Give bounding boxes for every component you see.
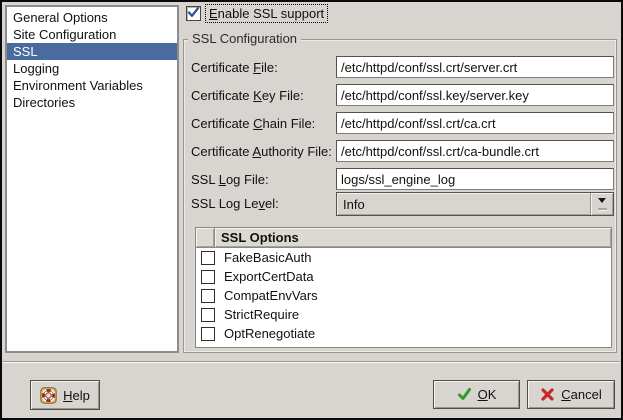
chevron-down-icon bbox=[598, 198, 606, 207]
row-label: CompatEnvVars bbox=[224, 288, 318, 303]
row-label: OptRenegotiate bbox=[224, 326, 315, 341]
ssl-log-level-value: Info bbox=[337, 197, 590, 212]
ok-button-label: OK bbox=[478, 387, 497, 402]
checkbox-column-header[interactable] bbox=[196, 228, 215, 248]
dropdown-arrow-bar bbox=[598, 208, 607, 211]
row-checkbox[interactable] bbox=[201, 308, 215, 322]
row-label: StrictRequire bbox=[224, 307, 299, 322]
row-checkbox[interactable] bbox=[201, 251, 215, 265]
enable-ssl-label[interactable]: Enable SSL support bbox=[205, 4, 328, 23]
table-row[interactable]: OptRenegotiate bbox=[196, 324, 611, 343]
category-list: General Options Site Configuration SSL L… bbox=[5, 5, 179, 353]
row-label: FakeBasicAuth bbox=[224, 250, 311, 265]
sidebar-item-general-options[interactable]: General Options bbox=[7, 9, 177, 26]
cancel-button-label: Cancel bbox=[561, 387, 601, 402]
row-checkbox[interactable] bbox=[201, 289, 215, 303]
checkmark-icon bbox=[187, 6, 200, 19]
certificate-file-label: Certificate File: bbox=[191, 60, 278, 75]
footer-separator bbox=[3, 361, 620, 363]
sidebar-item-ssl[interactable]: SSL bbox=[7, 43, 177, 60]
help-button[interactable]: Help bbox=[30, 380, 100, 410]
x-icon bbox=[540, 387, 555, 402]
sidebar-item-environment-variables[interactable]: Environment Variables bbox=[7, 77, 177, 94]
certificate-key-file-label: Certificate Key File: bbox=[191, 88, 304, 103]
ssl-log-level-label: SSL Log Level: bbox=[191, 196, 279, 211]
ssl-log-file-label: SSL Log File: bbox=[191, 172, 269, 187]
row-label: ExportCertData bbox=[224, 269, 314, 284]
sidebar-item-logging[interactable]: Logging bbox=[7, 60, 177, 77]
dropdown-arrow-button[interactable] bbox=[590, 193, 613, 215]
sidebar-item-directories[interactable]: Directories bbox=[7, 94, 177, 111]
cancel-button[interactable]: Cancel bbox=[527, 380, 615, 409]
table-row[interactable]: CompatEnvVars bbox=[196, 286, 611, 305]
ssl-log-level-dropdown[interactable]: Info bbox=[336, 192, 614, 216]
life-buoy-icon bbox=[40, 387, 57, 404]
ok-button[interactable]: OK bbox=[433, 380, 520, 409]
certificate-authority-file-label: Certificate Authority File: bbox=[191, 144, 332, 159]
help-button-label: Help bbox=[63, 388, 90, 403]
certificate-file-input[interactable] bbox=[336, 56, 614, 78]
certificate-key-file-input[interactable] bbox=[336, 84, 614, 106]
certificate-chain-file-input[interactable] bbox=[336, 112, 614, 134]
sidebar-item-site-configuration[interactable]: Site Configuration bbox=[7, 26, 177, 43]
certificate-authority-file-input[interactable] bbox=[336, 140, 614, 162]
row-checkbox[interactable] bbox=[201, 270, 215, 284]
ssl-log-file-input[interactable] bbox=[336, 168, 614, 190]
ssl-configuration-frame: SSL Configuration Certificate File: Cert… bbox=[183, 39, 617, 353]
enable-ssl-row: Enable SSL support bbox=[186, 4, 328, 23]
check-icon bbox=[457, 387, 472, 402]
table-row[interactable]: StrictRequire bbox=[196, 305, 611, 324]
table-header: SSL Options bbox=[196, 228, 611, 248]
certificate-chain-file-label: Certificate Chain File: bbox=[191, 116, 315, 131]
enable-ssl-checkbox[interactable] bbox=[186, 6, 201, 21]
frame-title: SSL Configuration bbox=[188, 31, 301, 47]
table-row[interactable]: FakeBasicAuth bbox=[196, 248, 611, 267]
httpd-config-dialog: General Options Site Configuration SSL L… bbox=[0, 0, 623, 420]
ssl-options-table: SSL Options FakeBasicAuth ExportCertData… bbox=[195, 227, 612, 348]
table-row[interactable]: ExportCertData bbox=[196, 267, 611, 286]
row-checkbox[interactable] bbox=[201, 327, 215, 341]
ssl-options-column-header[interactable]: SSL Options bbox=[215, 228, 611, 248]
